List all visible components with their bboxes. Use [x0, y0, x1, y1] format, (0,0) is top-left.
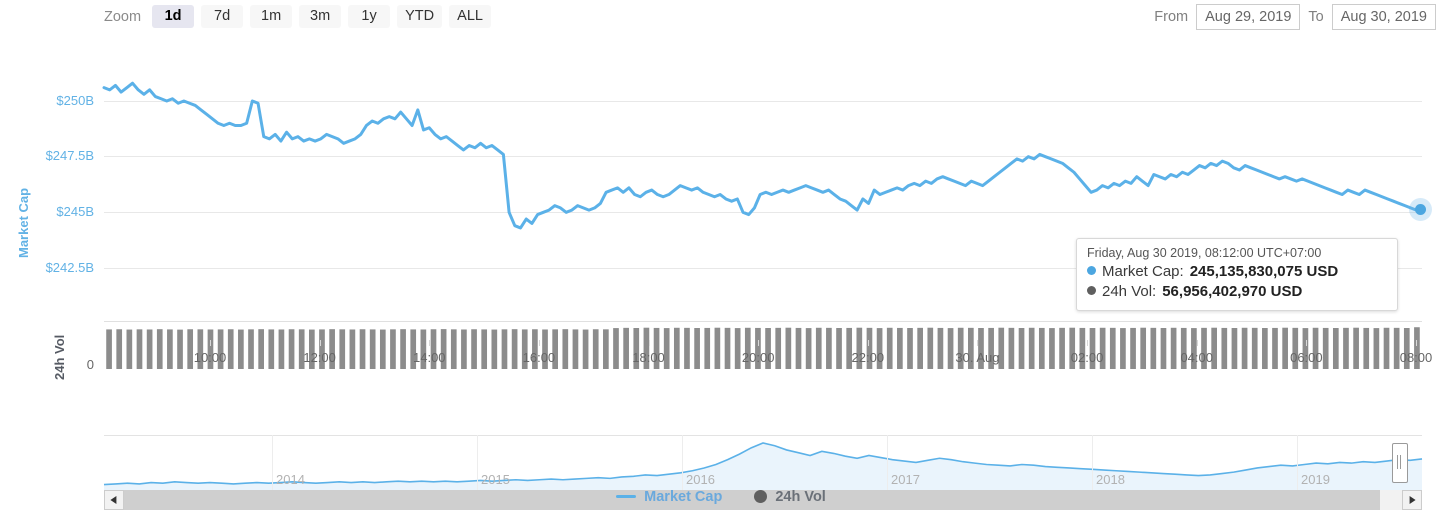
- from-label: From: [1154, 9, 1189, 25]
- y-tick-242-5b: $242.5B: [45, 260, 94, 275]
- zoom-button-group: Zoom 1d 7d 1m 3m 1y YTD ALL: [104, 5, 492, 28]
- tooltip-date: Friday, Aug 30 2019, 08:12:00 UTC+07:00: [1087, 246, 1322, 260]
- x-tick-label: 06:00: [1290, 350, 1323, 365]
- zoom-button-1d[interactable]: 1d: [152, 5, 195, 28]
- to-label: To: [1308, 9, 1324, 25]
- x-tick-mark: [210, 340, 211, 346]
- x-tick-mark: [538, 340, 540, 346]
- range-selector-bar: Zoom 1d 7d 1m 3m 1y YTD ALL From Aug 29,…: [0, 0, 1442, 40]
- x-tick-mark: [319, 340, 321, 346]
- x-tick-mark: [1306, 340, 1308, 346]
- zoom-label: Zoom: [104, 8, 142, 25]
- x-tick-label: 20:00: [741, 350, 775, 365]
- navigator-handle-right[interactable]: [1392, 443, 1408, 483]
- zoom-button-1y[interactable]: 1y: [348, 5, 391, 28]
- x-tick-label: 08:00: [1399, 350, 1433, 365]
- legend-item-market-cap[interactable]: Market Cap: [616, 489, 722, 505]
- chart-tooltip: Friday, Aug 30 2019, 08:12:00 UTC+07:00 …: [1076, 238, 1398, 311]
- y-tick-volume-0: 0: [86, 357, 94, 372]
- zoom-button-3m[interactable]: 3m: [299, 5, 342, 28]
- tooltip-label-market-cap: Market Cap:: [1102, 263, 1184, 280]
- x-tick-label: 02:00: [1070, 350, 1104, 365]
- legend-label-market-cap: Market Cap: [644, 488, 723, 505]
- x-tick-mark: [977, 340, 979, 346]
- x-axis: 10:00 12:00 14:00 16:00 18:00 20:00 22:00 30. A…: [104, 340, 1432, 370]
- y-tick-247-5b: $247.5B: [45, 148, 94, 163]
- tooltip-value-market-cap: 245,135,830,075 USD: [1189, 263, 1339, 280]
- x-tick-mark: [1196, 340, 1198, 346]
- zoom-button-1m[interactable]: 1m: [250, 5, 293, 28]
- x-tick-mark: [1416, 340, 1417, 346]
- legend-item-volume[interactable]: 24h Vol: [754, 489, 826, 505]
- x-tick-label: 12:00: [303, 350, 336, 365]
- hovered-data-point: [1415, 204, 1426, 216]
- x-tick-mark: [758, 340, 760, 346]
- y-axis-labels: $250B $247.5B $245B $242.5B 0: [0, 40, 94, 470]
- tooltip-value-volume: 56,956,402,970 USD: [1162, 283, 1303, 300]
- x-tick-label: 30. Aug: [955, 350, 1000, 365]
- zoom-button-7d[interactable]: 7d: [201, 5, 244, 28]
- date-range-controls: From Aug 29, 2019 To Aug 30, 2019: [1154, 4, 1436, 30]
- x-tick-label: 18:00: [632, 350, 665, 365]
- tooltip-marker-market-cap-icon: [1087, 266, 1096, 275]
- tooltip-row-volume: 24h Vol: 56,956,402,970 USD: [1087, 282, 1387, 302]
- x-tick-mark: [429, 340, 431, 346]
- y-tick-250b: $250B: [56, 93, 94, 108]
- zoom-button-ytd[interactable]: YTD: [397, 5, 443, 28]
- tooltip-row-market-cap: Market Cap: 245,135,830,075 USD: [1087, 262, 1387, 282]
- x-tick-label: 10:00: [193, 350, 227, 365]
- x-tick-mark: [867, 340, 869, 346]
- x-tick-label: 04:00: [1180, 350, 1213, 365]
- x-tick-label: 22:00: [851, 350, 885, 365]
- zoom-button-all[interactable]: ALL: [449, 5, 492, 28]
- market-cap-chart: Market Cap 24h Vol $250B $247.5B $245B $…: [0, 40, 1442, 510]
- legend-line-icon: [616, 495, 637, 498]
- x-tick-label: 14:00: [412, 350, 446, 365]
- x-tick-mark: [1087, 340, 1089, 346]
- from-date-input[interactable]: Aug 29, 2019: [1196, 4, 1301, 30]
- x-tick-mark: [648, 340, 650, 346]
- y-tick-245b: $245B: [56, 204, 94, 219]
- to-date-input[interactable]: Aug 30, 2019: [1331, 4, 1436, 30]
- x-tick-label: 16:00: [522, 350, 556, 365]
- legend-label-volume: 24h Vol: [775, 488, 826, 505]
- legend-dot-icon: [754, 490, 768, 503]
- tooltip-marker-volume-icon: [1087, 286, 1096, 295]
- tooltip-label-volume: 24h Vol:: [1102, 283, 1157, 300]
- chart-legend: Market Cap 24h Vol: [0, 478, 1442, 515]
